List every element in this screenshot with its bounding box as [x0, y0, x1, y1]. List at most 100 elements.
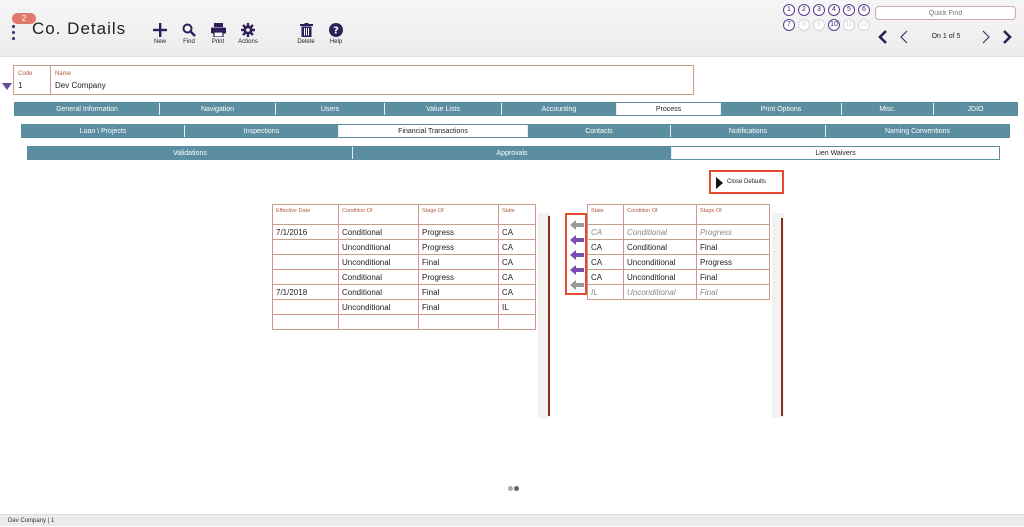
cell-effective-date[interactable]: 7/1/2018 — [272, 284, 339, 300]
tab-lien-waivers[interactable]: Lien Waivers — [672, 147, 999, 159]
actions-button[interactable]: Actions — [230, 23, 266, 45]
cell-condition: Unconditional — [623, 284, 697, 300]
tab-accounting[interactable]: Accounting — [502, 103, 617, 115]
cell-stage[interactable] — [418, 314, 499, 330]
name-label: Name — [55, 71, 72, 77]
pager-dot[interactable] — [508, 486, 513, 491]
close-defaults-button[interactable]: Close Defaults — [709, 170, 784, 194]
tab-validations[interactable]: Validations — [28, 147, 353, 159]
cell-state: IL — [587, 284, 624, 300]
cell-stage[interactable]: Progress — [418, 224, 499, 240]
name-field[interactable]: Name Dev Company — [51, 66, 693, 94]
header-state: State — [587, 204, 624, 225]
tab-misc[interactable]: Misc. — [842, 103, 934, 115]
kebab-menu-icon[interactable] — [12, 25, 18, 43]
lien-waiver-table: Effective Date Condition Of Stage Of Sta… — [272, 204, 536, 330]
tab-users[interactable]: Users — [276, 103, 385, 115]
cell-effective-date[interactable] — [272, 269, 339, 285]
previous-record-icon[interactable] — [898, 29, 910, 45]
cell-condition: Unconditional — [623, 254, 697, 270]
table-row: Unconditional Final IL — [272, 299, 536, 315]
tab-loan-projects[interactable]: Loan \ Projects — [22, 125, 185, 137]
cell-condition[interactable]: Unconditional — [338, 239, 419, 255]
cell-state[interactable]: CA — [498, 254, 536, 270]
header-condition-of: Condition Of — [623, 204, 697, 225]
arrow-left-icon[interactable] — [570, 265, 584, 275]
tab-value-lists[interactable]: Value Lists — [385, 103, 502, 115]
help-button[interactable]: ? Help — [318, 23, 354, 45]
record-circle-10[interactable]: 10 — [828, 19, 840, 31]
record-circle-3[interactable]: 3 — [813, 4, 825, 16]
cell-state[interactable]: CA — [498, 224, 536, 240]
cell-condition[interactable]: Unconditional — [338, 254, 419, 270]
record-circle-7[interactable]: 7 — [783, 19, 795, 31]
record-circle-2[interactable]: 2 — [798, 4, 810, 16]
tab-notifications[interactable]: Notifications — [671, 125, 826, 137]
cell-stage[interactable]: Final — [418, 254, 499, 270]
defaults-scrollbar[interactable] — [781, 218, 783, 416]
cell-effective-date[interactable] — [272, 254, 339, 270]
cell-stage: Final — [696, 284, 770, 300]
cell-stage[interactable]: Progress — [418, 239, 499, 255]
cell-effective-date[interactable] — [272, 314, 339, 330]
cell-state: CA — [587, 254, 624, 270]
cell-stage[interactable]: Final — [418, 284, 499, 300]
arrow-left-icon[interactable] — [570, 220, 584, 230]
record-circle-6[interactable]: 6 — [858, 4, 870, 16]
tab-jdio[interactable]: JDIO — [934, 103, 1017, 115]
pager-dots — [508, 484, 520, 493]
record-circle-4[interactable]: 4 — [828, 4, 840, 16]
first-record-icon[interactable] — [877, 29, 889, 45]
status-bar: Dev Company | 1 — [0, 514, 1024, 526]
cell-state[interactable]: CA — [498, 284, 536, 300]
cell-stage[interactable]: Final — [418, 299, 499, 315]
gear-icon — [241, 23, 255, 37]
next-record-icon[interactable] — [980, 29, 992, 45]
cell-condition[interactable] — [338, 314, 419, 330]
cell-state[interactable] — [498, 314, 536, 330]
tab-general-information[interactable]: General Information — [15, 103, 160, 115]
sub-tabs: Loan \ Projects Inspections Financial Tr… — [21, 124, 1010, 138]
table-row: Unconditional Final CA — [272, 254, 536, 270]
record-circle-1[interactable]: 1 — [783, 4, 795, 16]
tab-navigation[interactable]: Navigation — [160, 103, 276, 115]
cell-condition[interactable]: Conditional — [338, 224, 419, 240]
cell-condition[interactable]: Conditional — [338, 269, 419, 285]
code-field[interactable]: Code 1 — [14, 66, 51, 94]
cell-condition[interactable]: Conditional — [338, 284, 419, 300]
cell-state[interactable]: IL — [498, 299, 536, 315]
cell-state[interactable]: CA — [498, 269, 536, 285]
expand-triangle-icon[interactable] — [2, 83, 12, 90]
code-label: Code — [18, 71, 33, 77]
tab-inspections[interactable]: Inspections — [185, 125, 339, 137]
cell-effective-date[interactable] — [272, 299, 339, 315]
cell-state: CA — [587, 269, 624, 285]
actions-label: Actions — [238, 39, 258, 45]
plus-icon — [153, 23, 167, 37]
table-row: Conditional Progress CA — [272, 269, 536, 285]
tab-contacts[interactable]: Contacts — [528, 125, 671, 137]
help-label: Help — [329, 39, 343, 45]
tab-process[interactable]: Process — [617, 103, 721, 115]
pager-dot-current[interactable] — [514, 486, 519, 491]
help-icon: ? — [329, 23, 343, 37]
portal-scrollbar-left[interactable] — [548, 216, 550, 416]
trash-icon — [299, 23, 313, 37]
last-record-icon[interactable] — [1001, 29, 1013, 45]
arrow-left-icon[interactable] — [570, 250, 584, 260]
cell-state[interactable]: CA — [498, 239, 536, 255]
name-value: Dev Company — [55, 81, 106, 90]
cell-condition[interactable]: Unconditional — [338, 299, 419, 315]
cell-effective-date[interactable]: 7/1/2016 — [272, 224, 339, 240]
tab-approvals[interactable]: Approvals — [353, 147, 672, 159]
tab-print-options[interactable]: Print Options — [721, 103, 842, 115]
arrow-left-icon[interactable] — [570, 280, 584, 290]
cell-stage[interactable]: Progress — [418, 269, 499, 285]
quick-find-input[interactable] — [875, 6, 1016, 20]
tab-naming-conventions[interactable]: Naming Conventions — [826, 125, 1009, 137]
arrow-left-icon[interactable] — [570, 235, 584, 245]
tab-financial-transactions[interactable]: Financial Transactions — [339, 125, 528, 137]
cell-effective-date[interactable] — [272, 239, 339, 255]
record-circle-5[interactable]: 5 — [843, 4, 855, 16]
header-stage-of: Stage Of — [696, 204, 770, 225]
